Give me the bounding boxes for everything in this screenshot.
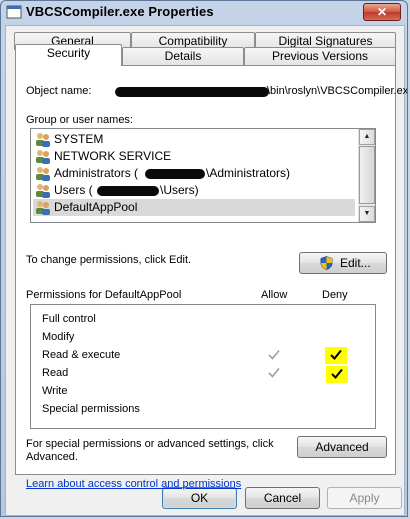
tab-label: Previous Versions [271,49,369,63]
tab-details[interactable]: Details [122,47,244,65]
tab-label: Details [164,49,202,63]
edit-button[interactable]: Edit... [299,252,387,274]
advanced-button[interactable]: Advanced [297,436,387,458]
ok-button[interactable]: OK [162,487,237,509]
redacted-path [115,87,269,97]
cancel-button[interactable]: Cancel [245,487,320,509]
app-icon [6,5,22,19]
user-name-suffix: \Administrators) [206,166,291,180]
change-permissions-text: To change permissions, click Edit. [26,254,192,266]
user-name: NETWORK SERVICE [54,149,172,163]
user-group-icon [36,167,50,181]
list-item-selected[interactable]: DefaultAppPool [33,199,355,216]
perm-special: Special permissions [42,403,140,415]
tab-previous-versions[interactable]: Previous Versions [244,47,396,65]
list-scrollbar[interactable]: ▲ ▼ [358,129,375,222]
allow-header: Allow [261,289,288,301]
object-name-value: \bin\roslyn\VBCSCompiler.exe [267,85,408,97]
dialog-body: General Compatibility Digital Signatures… [5,25,407,516]
tab-label: Security [46,46,91,60]
scroll-thumb[interactable] [359,146,375,204]
window-title: VBCSCompiler.exe Properties [26,4,214,19]
user-group-icon [36,150,50,164]
perm-full-control: Full control [42,313,96,325]
properties-window: VBCSCompiler.exe Properties ✕ General Co… [0,0,408,517]
perm-modify: Modify [42,331,75,343]
list-item[interactable]: NETWORK SERVICE [33,148,355,165]
permissions-list[interactable]: Full control Modify Read & execute Read … [30,304,376,429]
user-name: Administrators ( [54,166,139,180]
learn-more-link[interactable]: Learn about access control and permissio… [26,478,241,490]
advanced-label: Advanced [315,440,369,454]
user-list[interactable]: SYSTEM NETWORK SERVICE Administrators ( … [30,128,376,223]
user-group-icon [36,133,50,147]
special-permissions-text: For special permissions or advanced sett… [26,438,274,450]
allow-check-icon [268,349,280,360]
title-bar[interactable]: VBCSCompiler.exe Properties ✕ [1,1,407,23]
deny-highlight [326,366,348,383]
security-panel: Object name: \bin\roslyn\VBCSCompiler.ex… [15,65,407,490]
ok-label: OK [190,491,209,505]
object-name-label: Object name: [26,85,92,97]
cancel-label: Cancel [263,491,302,505]
redacted-domain [145,169,205,179]
user-name-suffix: \Users) [160,183,199,197]
apply-button: Apply [327,487,402,509]
perm-read-execute: Read & execute [42,349,121,361]
user-name: SYSTEM [54,132,104,146]
scroll-up-icon[interactable]: ▲ [359,129,375,145]
list-item[interactable]: Users ( \Users) [33,182,355,199]
list-item[interactable]: Administrators ( \Administrators) [33,165,355,182]
deny-highlight [325,347,347,364]
user-group-icon [36,201,50,215]
user-name: Users ( [54,183,93,197]
scroll-down-icon[interactable]: ▼ [359,206,375,222]
tab-label: Compatibility [158,34,228,48]
redacted-domain [97,186,159,196]
close-button[interactable]: ✕ [363,3,401,21]
perm-write: Write [42,385,68,397]
permissions-for-label: Permissions for DefaultAppPool [26,289,182,301]
deny-check-icon [330,349,342,360]
list-item[interactable]: SYSTEM [33,131,355,148]
tab-security[interactable]: Security [15,44,122,66]
deny-check-icon [331,368,343,379]
user-group-icon [36,184,50,198]
tab-label: Digital Signatures [278,34,373,48]
shield-icon [320,256,333,270]
special-permissions-text-2: Advanced. [26,451,78,463]
edit-label: Edit... [340,256,371,270]
allow-check-icon [268,367,280,378]
user-name: DefaultAppPool [54,200,138,214]
perm-read: Read [42,367,69,379]
group-label: Group or user names: [26,114,133,126]
close-icon: ✕ [376,5,388,19]
apply-label: Apply [349,491,380,505]
deny-header: Deny [322,289,348,301]
